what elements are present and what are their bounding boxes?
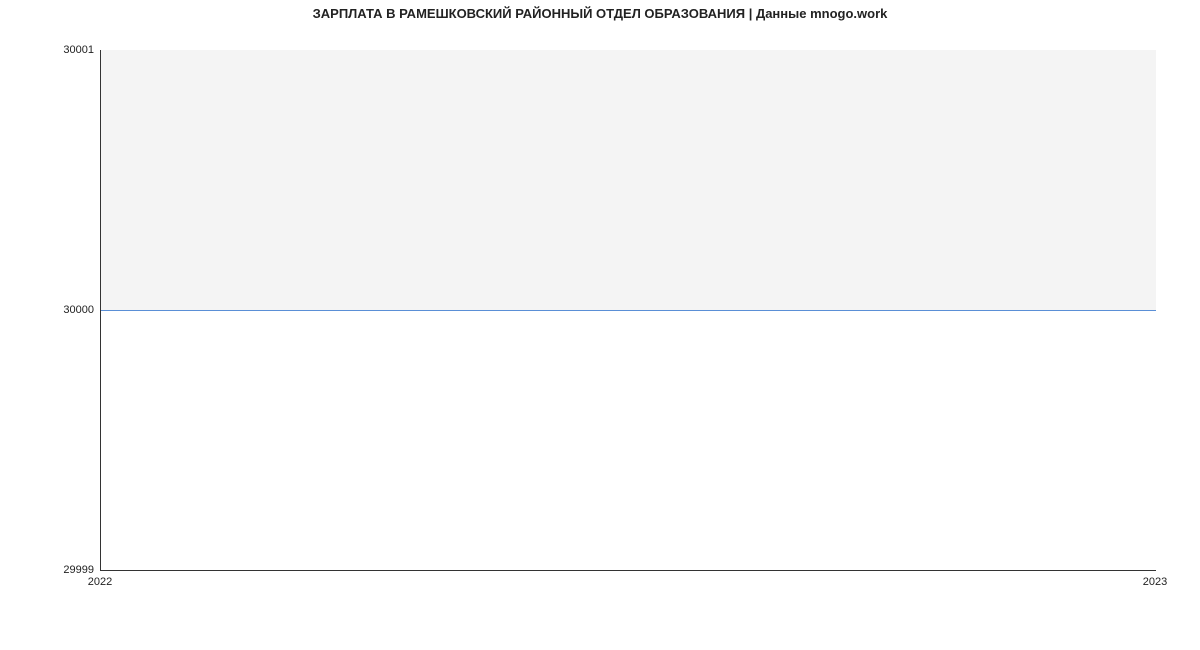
plot-area bbox=[100, 50, 1156, 571]
x-tick-right: 2023 bbox=[1143, 576, 1167, 588]
area-fill bbox=[101, 50, 1156, 310]
series-line bbox=[101, 310, 1156, 311]
y-tick-top: 30001 bbox=[63, 44, 94, 56]
y-tick-middle: 30000 bbox=[63, 304, 94, 316]
x-tick-left: 2022 bbox=[88, 576, 112, 588]
salary-chart: ЗАРПЛАТА В РАМЕШКОВСКИЙ РАЙОННЫЙ ОТДЕЛ О… bbox=[0, 0, 1200, 650]
chart-title: ЗАРПЛАТА В РАМЕШКОВСКИЙ РАЙОННЫЙ ОТДЕЛ О… bbox=[0, 6, 1200, 21]
y-tick-bottom: 29999 bbox=[63, 564, 94, 576]
